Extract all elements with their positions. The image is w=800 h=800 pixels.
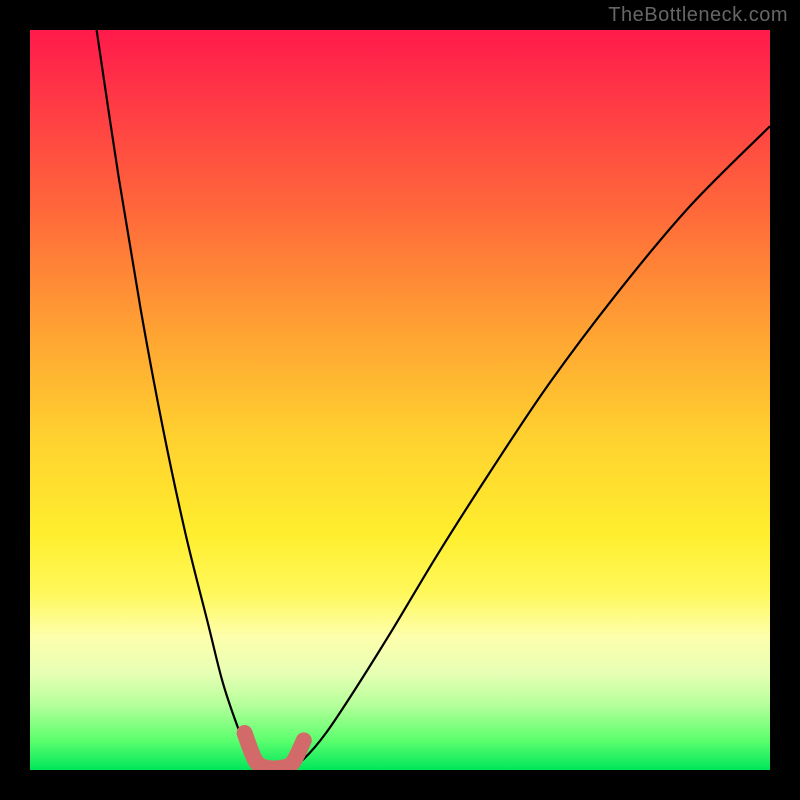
highlight-stroke	[245, 733, 304, 769]
attribution-text: TheBottleneck.com	[608, 4, 788, 27]
chart-frame: TheBottleneck.com	[0, 0, 800, 800]
highlight-layer	[30, 30, 770, 770]
plot-area	[30, 30, 770, 770]
